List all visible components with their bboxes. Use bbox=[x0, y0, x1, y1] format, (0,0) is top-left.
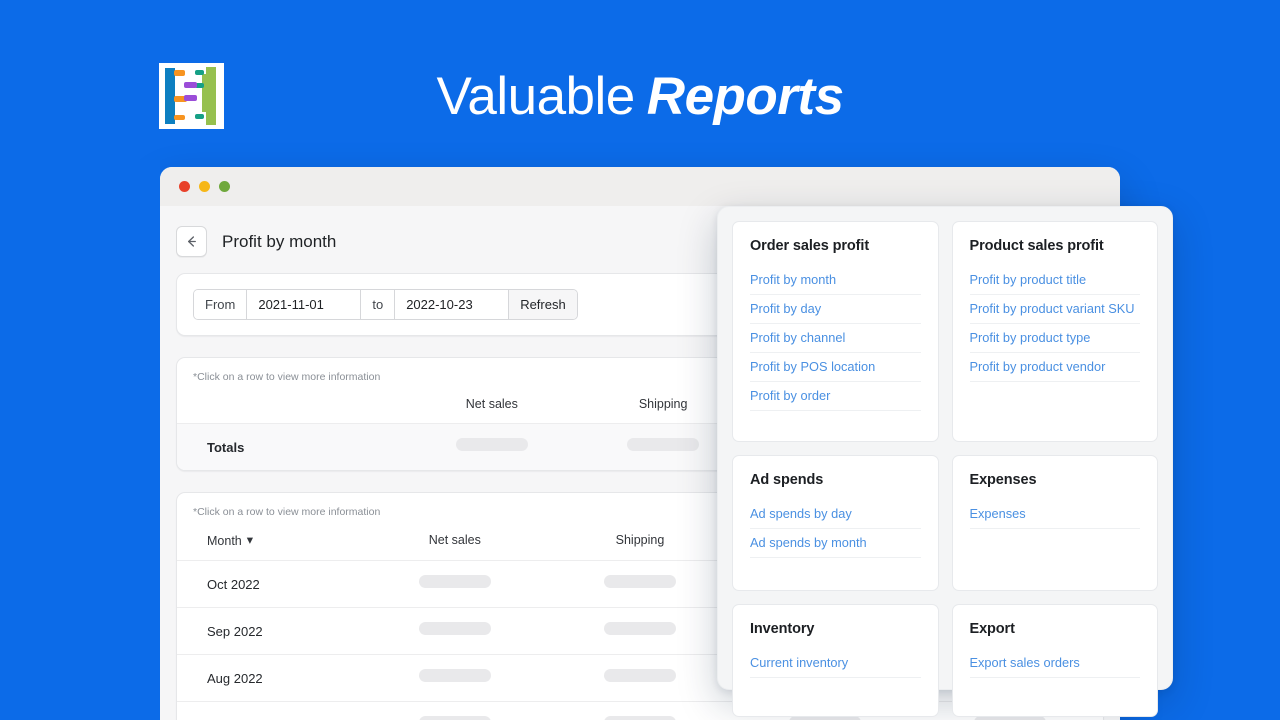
card-title: Product sales profit bbox=[969, 238, 1104, 254]
placeholder-bar bbox=[418, 575, 491, 588]
detail-col-net-sales: Net sales bbox=[428, 533, 481, 547]
card-order-sales-profit: Order sales profit Profit by month Profi… bbox=[732, 221, 939, 442]
totals-col-0 bbox=[177, 383, 409, 424]
detail-col-month[interactable]: Month ▾ bbox=[177, 518, 362, 561]
date-range-group: From 2021-11-01 to 2022-10-23 Refresh bbox=[193, 289, 578, 320]
hero-banner: Valuable Reports bbox=[0, 0, 1280, 160]
row-cell-net-sales bbox=[362, 561, 547, 608]
card-title: Inventory bbox=[750, 621, 815, 637]
link-expenses[interactable]: Expenses bbox=[969, 500, 1140, 529]
from-date-input[interactable]: 2021-11-01 bbox=[247, 290, 362, 319]
placeholder-bar bbox=[603, 622, 676, 635]
row-cell-shipping bbox=[547, 608, 732, 655]
refresh-button[interactable]: Refresh bbox=[509, 290, 577, 319]
hero-title-bold: Reports bbox=[646, 67, 844, 126]
card-export: Export Export sales orders bbox=[951, 604, 1158, 717]
card-product-sales-profit: Product sales profit Profit by product t… bbox=[951, 221, 1158, 442]
hero-title-regular: Valuable bbox=[436, 67, 635, 126]
link-profit-by-pos-location[interactable]: Profit by POS location bbox=[750, 353, 921, 382]
card-title: Export bbox=[969, 621, 1015, 637]
row-cell-net-sales bbox=[362, 655, 547, 702]
row-label: Aug 2022 bbox=[207, 670, 263, 686]
row-label: Sep 2022 bbox=[207, 623, 263, 639]
placeholder-bar bbox=[418, 622, 491, 635]
link-profit-by-day[interactable]: Profit by day bbox=[750, 295, 921, 324]
link-profit-by-product-title[interactable]: Profit by product title bbox=[969, 266, 1140, 295]
placeholder-bar bbox=[418, 716, 491, 720]
chevron-down-icon: ▾ bbox=[246, 533, 254, 547]
row-cell-shipping bbox=[547, 702, 732, 720]
arrow-left-icon bbox=[184, 234, 199, 249]
to-date-input[interactable]: 2022-10-23 bbox=[395, 290, 510, 319]
minimize-dot-icon[interactable] bbox=[199, 181, 210, 192]
link-profit-by-order[interactable]: Profit by order bbox=[750, 382, 921, 411]
back-button[interactable] bbox=[176, 226, 207, 257]
to-label: to bbox=[361, 290, 396, 319]
left-background-strip bbox=[0, 160, 160, 720]
link-profit-by-product-vendor[interactable]: Profit by product vendor bbox=[969, 353, 1140, 382]
link-profit-by-channel[interactable]: Profit by channel bbox=[750, 324, 921, 353]
row-cell-net-sales bbox=[362, 702, 547, 720]
detail-col-shipping: Shipping bbox=[615, 533, 665, 547]
reports-menu-overlay: Order sales profit Profit by month Profi… bbox=[717, 206, 1173, 717]
placeholder-bar bbox=[603, 575, 676, 588]
row-label: Jul 2022 bbox=[177, 702, 362, 720]
hero-title: Valuable Reports bbox=[0, 62, 1280, 132]
placeholder-bar bbox=[603, 669, 676, 682]
maximize-dot-icon[interactable] bbox=[219, 181, 230, 192]
row-cell-shipping bbox=[547, 655, 732, 702]
link-ad-spends-by-day[interactable]: Ad spends by day bbox=[750, 500, 921, 529]
placeholder-bar bbox=[603, 716, 676, 720]
card-expenses: Expenses Expenses bbox=[951, 455, 1158, 591]
browser-titlebar bbox=[160, 167, 1120, 206]
close-dot-icon[interactable] bbox=[179, 181, 190, 192]
card-title: Expenses bbox=[969, 472, 1037, 488]
totals-row-label: Totals bbox=[177, 423, 409, 470]
link-ad-spends-by-month[interactable]: Ad spends by month bbox=[750, 529, 921, 558]
link-profit-by-product-type[interactable]: Profit by product type bbox=[969, 324, 1140, 353]
row-cell-net-sales bbox=[362, 608, 547, 655]
link-profit-by-product-variant-sku[interactable]: Profit by product variant SKU bbox=[969, 295, 1140, 324]
placeholder-bar bbox=[418, 669, 491, 682]
row-cell-shipping bbox=[547, 561, 732, 608]
from-label: From bbox=[194, 290, 248, 319]
row-label: Oct 2022 bbox=[207, 576, 260, 592]
card-title: Ad spends bbox=[750, 472, 824, 488]
link-current-inventory[interactable]: Current inventory bbox=[750, 649, 921, 678]
card-inventory: Inventory Current inventory bbox=[732, 604, 939, 717]
totals-cell-net-sales bbox=[408, 423, 576, 470]
detail-col-month-label: Month bbox=[207, 534, 242, 548]
card-ad-spends: Ad spends Ad spends by day Ad spends by … bbox=[732, 455, 939, 591]
link-export-sales-orders[interactable]: Export sales orders bbox=[969, 649, 1140, 678]
link-profit-by-month[interactable]: Profit by month bbox=[750, 266, 921, 295]
page-title: Profit by month bbox=[222, 231, 337, 251]
card-title: Order sales profit bbox=[750, 238, 870, 254]
totals-col-1: Net sales bbox=[465, 397, 518, 411]
placeholder-bar bbox=[627, 438, 700, 451]
placeholder-bar bbox=[455, 438, 528, 451]
